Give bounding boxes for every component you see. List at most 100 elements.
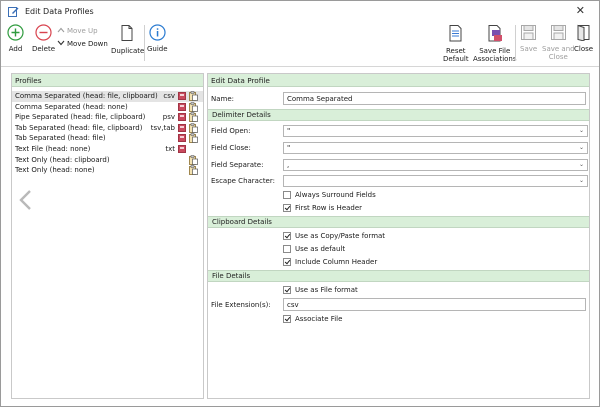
checkbox-box	[283, 232, 291, 240]
file-format-icon	[178, 134, 186, 143]
field-close-select[interactable]: " ⌄	[283, 142, 588, 154]
save-icon	[520, 24, 537, 43]
always-surround-fields-checkbox[interactable]: Always Surround Fields	[283, 191, 376, 199]
reset-default-label-1: Reset	[446, 47, 466, 55]
checkbox-box	[283, 245, 291, 253]
save-assoc-label-1: Save File	[479, 47, 511, 55]
chevron-down-icon: ⌄	[578, 161, 584, 168]
escape-character-select[interactable]: ⌄	[283, 175, 588, 187]
clipboard-icon	[189, 165, 198, 176]
profile-name: Text File (head: none)	[15, 144, 91, 153]
reset-default-icon	[443, 24, 469, 45]
clipboard-icon	[189, 91, 198, 101]
profile-list-item[interactable]: Text Only (head: none)	[12, 165, 203, 176]
add-icon	[7, 24, 24, 43]
profile-name: Comma Separated (head: none)	[15, 102, 128, 111]
profile-list-item[interactable]: Tab Separated (head: file)	[12, 133, 203, 144]
delete-button[interactable]: Delete	[32, 24, 55, 53]
profiles-list: Comma Separated (head: file, clipboard) c…	[12, 87, 203, 176]
checkbox-box	[283, 286, 291, 294]
use-as-default-checkbox[interactable]: Use as default	[283, 245, 345, 253]
name-input[interactable]	[283, 92, 586, 105]
profile-name: Pipe Separated (head: file, clipboard)	[15, 113, 146, 122]
delete-icon	[32, 24, 55, 43]
profile-list-item[interactable]: Text File (head: none) txt	[12, 144, 203, 155]
profile-list-item[interactable]: Comma Separated (head: none)	[12, 101, 203, 113]
file-format-icon	[178, 123, 186, 132]
chevron-left-icon[interactable]	[18, 189, 34, 211]
clipboard-icon	[189, 101, 198, 112]
escape-character-label: Escape Character:	[211, 177, 275, 185]
field-separate-select[interactable]: , ⌄	[283, 159, 588, 171]
file-format-icon	[178, 144, 186, 153]
clipboard-icon	[189, 112, 198, 123]
associate-file-label: Associate File	[295, 315, 343, 323]
close-button[interactable]: Close	[574, 24, 593, 53]
clipboard-icon	[189, 154, 198, 165]
checkbox-box	[283, 191, 291, 199]
profile-name: Text Only (head: clipboard)	[15, 155, 110, 164]
field-separate-label: Field Separate:	[211, 161, 264, 169]
include-column-header-checkbox[interactable]: Include Column Header	[283, 258, 377, 266]
guide-button[interactable]: Guide	[147, 24, 168, 53]
associate-file-checkbox[interactable]: Associate File	[283, 315, 342, 323]
add-button[interactable]: Add	[7, 24, 24, 53]
chevron-down-icon: ⌄	[578, 177, 584, 184]
use-as-file-format-checkbox[interactable]: Use as File format	[283, 286, 358, 294]
window-close-icon[interactable]: ✕	[576, 4, 585, 17]
save-and-close-button[interactable]: Save and Close	[542, 24, 575, 61]
save-assoc-label-2: Associations	[473, 55, 517, 63]
profile-name: Tab Separated (head: file)	[15, 134, 106, 143]
save-close-label-2: Close	[548, 53, 568, 61]
move-down-label: Move Down	[67, 39, 108, 48]
delimiter-details-header: Delimiter Details	[208, 109, 589, 121]
guide-label: Guide	[147, 45, 168, 53]
file-details-header: File Details	[208, 270, 589, 282]
always-surround-label: Always Surround Fields	[295, 191, 376, 199]
window-title: Edit Data Profiles	[25, 6, 94, 16]
use-as-file-format-label: Use as File format	[295, 286, 358, 294]
profile-name: Tab Separated (head: file, clipboard)	[15, 123, 143, 132]
profile-list-item[interactable]: Comma Separated (head: file, clipboard) c…	[12, 91, 203, 102]
file-extensions-input[interactable]	[283, 298, 586, 311]
move-up-button[interactable]: Move Up	[57, 26, 98, 35]
profiles-header: Profiles	[12, 74, 203, 87]
clipboard-icon	[189, 133, 198, 144]
field-open-value: "	[287, 127, 291, 135]
field-separate-value: ,	[287, 161, 290, 169]
app-icon	[8, 6, 19, 17]
profile-name: Text Only (head: none)	[15, 166, 95, 175]
toolbar: Add Delete Move Up Move Down Duplicate G…	[1, 21, 599, 67]
field-open-label: Field Open:	[211, 127, 251, 135]
toolbar-separator	[144, 25, 145, 61]
save-file-associations-button[interactable]: Save File Associations	[473, 24, 517, 63]
edit-profile-header: Edit Data Profile	[208, 74, 589, 87]
reset-default-button[interactable]: Reset Default	[443, 24, 469, 63]
save-button[interactable]: Save	[520, 24, 537, 53]
profile-extension: txt	[165, 144, 175, 153]
checkbox-box	[283, 258, 291, 266]
field-open-select[interactable]: " ⌄	[283, 125, 588, 137]
use-copy-paste-checkbox[interactable]: Use as Copy/Paste format	[283, 232, 385, 240]
file-extensions-label: File Extension(s):	[211, 301, 271, 309]
duplicate-button[interactable]: Duplicate	[111, 24, 144, 55]
save-and-close-icon	[542, 24, 575, 43]
duplicate-label: Duplicate	[111, 47, 145, 55]
profile-list-item[interactable]: Pipe Separated (head: file, clipboard) ps…	[12, 112, 203, 123]
chevron-down-icon: ⌄	[578, 144, 584, 151]
profile-extension: psv	[162, 113, 175, 122]
profile-list-item[interactable]: Tab Separated (head: file, clipboard) tsv…	[12, 122, 203, 134]
name-label: Name:	[211, 95, 235, 103]
close-door-icon	[574, 24, 593, 43]
profile-list-item[interactable]: Text Only (head: clipboard)	[12, 154, 203, 166]
chevron-up-icon	[57, 26, 65, 35]
chevron-down-icon	[57, 39, 65, 48]
add-label: Add	[8, 45, 23, 53]
first-row-header-checkbox[interactable]: First Row is Header	[283, 204, 362, 212]
move-down-button[interactable]: Move Down	[57, 39, 108, 48]
field-close-label: Field Close:	[211, 144, 251, 152]
profile-extension: tsv,tab	[150, 123, 175, 132]
checkbox-box	[283, 315, 291, 323]
title-bar: Edit Data Profiles ✕	[1, 1, 599, 21]
delete-label: Delete	[32, 45, 55, 53]
